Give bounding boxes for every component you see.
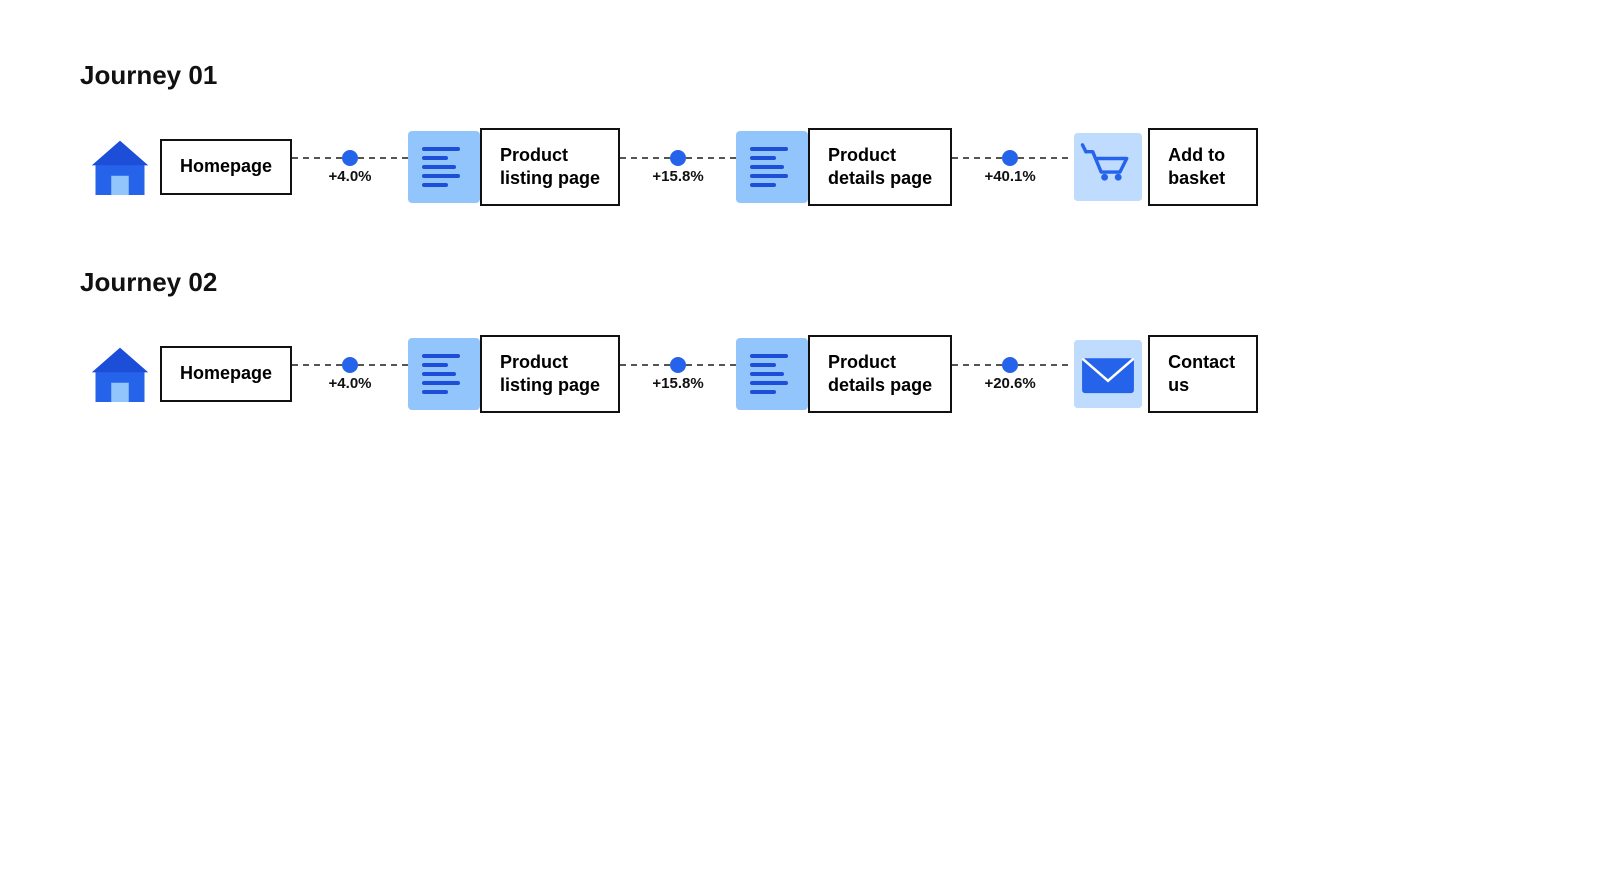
product-listing-icon: [408, 131, 480, 203]
journey-02-connector-2: +15.8%: [620, 357, 736, 392]
home-icon: [80, 334, 160, 414]
journey-01-flow: Homepage +4.0% Productlistin: [80, 127, 1521, 207]
connector-dot: [342, 357, 358, 373]
cart-icon: [1068, 127, 1148, 207]
line-4: [750, 174, 788, 178]
journey-02-product-listing-node: Productlisting page: [408, 335, 620, 414]
connector-dot: [1002, 150, 1018, 166]
line-4: [422, 174, 460, 178]
journey-02-product-listing-label: Productlisting page: [480, 335, 620, 414]
mail-icon: [1068, 334, 1148, 414]
journey-01-product-details-node: Productdetails page: [736, 128, 952, 207]
line-4: [750, 381, 788, 385]
line-3: [422, 165, 456, 169]
journey-01-connector-2-label: +15.8%: [652, 168, 703, 185]
product-details-icon: [736, 131, 808, 203]
connector-dot: [670, 150, 686, 166]
journey-02-connector-1: +4.0%: [292, 357, 408, 392]
line-1: [422, 354, 460, 358]
journey-02-homepage-node: Homepage: [80, 334, 292, 414]
line-4: [422, 381, 460, 385]
journey-01-connector-1: +4.0%: [292, 150, 408, 185]
journey-02-contact-label: Contactus: [1148, 335, 1258, 414]
line-5: [750, 183, 776, 187]
journey-01-homepage-label: Homepage: [160, 139, 292, 194]
journey-01-connector-2: +15.8%: [620, 150, 736, 185]
line-5: [422, 183, 448, 187]
line-3: [750, 372, 784, 376]
journey-02-connector-1-label: +4.0%: [329, 375, 372, 392]
journey-01-product-listing-label: Productlisting page: [480, 128, 620, 207]
product-details-icon-2: [736, 338, 808, 410]
line-2: [750, 363, 776, 367]
journey-02-title: Journey 02: [80, 267, 1521, 298]
journey-01-connector-1-label: +4.0%: [329, 168, 372, 185]
line-1: [422, 147, 460, 151]
line-1: [750, 147, 788, 151]
line-2: [422, 363, 448, 367]
journey-01-homepage-node: Homepage: [80, 127, 292, 207]
connector-dot: [670, 357, 686, 373]
journey-01-basket-label: Add tobasket: [1148, 128, 1258, 207]
line-5: [422, 390, 448, 394]
journey-01-connector-3: +40.1%: [952, 150, 1068, 185]
journey-01-title: Journey 01: [80, 60, 1521, 91]
journey-02-contact-node: Contactus: [1068, 334, 1258, 414]
journey-02-product-details-label: Productdetails page: [808, 335, 952, 414]
line-3: [750, 165, 784, 169]
journey-02-flow: Homepage +4.0% Productlistin: [80, 334, 1521, 414]
line-1: [750, 354, 788, 358]
journey-02-connector-2-label: +15.8%: [652, 375, 703, 392]
line-5: [750, 390, 776, 394]
journey-02-product-details-node: Productdetails page: [736, 335, 952, 414]
journey-01-basket-node: Add tobasket: [1068, 127, 1258, 207]
journey-02-homepage-label: Homepage: [160, 346, 292, 401]
connector-dot: [1002, 357, 1018, 373]
journey-02-section: Journey 02 Homepage +4.0%: [80, 267, 1521, 414]
journey-01-product-details-label: Productdetails page: [808, 128, 952, 207]
journey-02-connector-3-label: +20.6%: [984, 375, 1035, 392]
home-icon: [80, 127, 160, 207]
line-3: [422, 372, 456, 376]
journey-02-connector-3: +20.6%: [952, 357, 1068, 392]
line-2: [422, 156, 448, 160]
connector-dot: [342, 150, 358, 166]
line-2: [750, 156, 776, 160]
journey-01-product-listing-node: Productlisting page: [408, 128, 620, 207]
journey-01-connector-3-label: +40.1%: [984, 168, 1035, 185]
journey-01-section: Journey 01 Homepage: [80, 60, 1521, 207]
product-listing-icon-2: [408, 338, 480, 410]
